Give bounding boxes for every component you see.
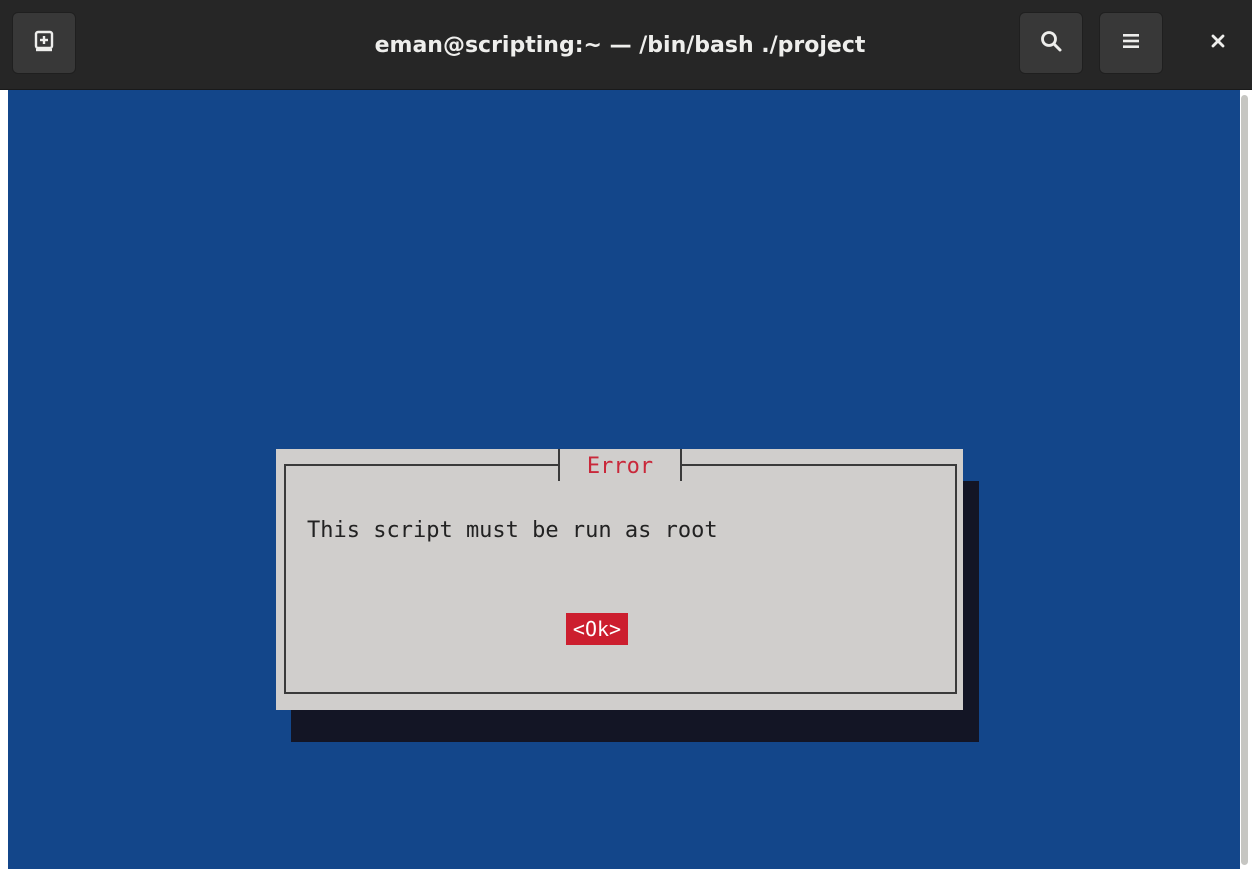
search-icon bbox=[1039, 29, 1063, 58]
main-menu-button[interactable] bbox=[1099, 12, 1163, 74]
new-tab-icon bbox=[32, 29, 56, 58]
hamburger-menu-icon bbox=[1120, 30, 1142, 57]
error-dialog: Error This script must be run as root <O… bbox=[276, 449, 963, 710]
dialog-message: This script must be run as root bbox=[307, 518, 718, 543]
header-bar: eman@scripting:~ — /bin/bash ./project bbox=[0, 0, 1252, 90]
scrollbar-thumb[interactable] bbox=[1241, 95, 1248, 865]
close-button[interactable] bbox=[1188, 12, 1248, 74]
search-button[interactable] bbox=[1019, 12, 1083, 74]
dialog-title-text: Error bbox=[586, 454, 654, 479]
terminal-window: eman@scripting:~ — /bin/bash ./project E… bbox=[0, 0, 1252, 869]
dialog-frame bbox=[284, 464, 957, 694]
close-icon bbox=[1209, 32, 1227, 55]
ok-button[interactable]: <Ok> bbox=[566, 613, 628, 645]
window-title: eman@scripting:~ — /bin/bash ./project bbox=[374, 32, 866, 58]
dialog-title: Error bbox=[558, 449, 682, 481]
new-tab-button[interactable] bbox=[12, 12, 76, 74]
